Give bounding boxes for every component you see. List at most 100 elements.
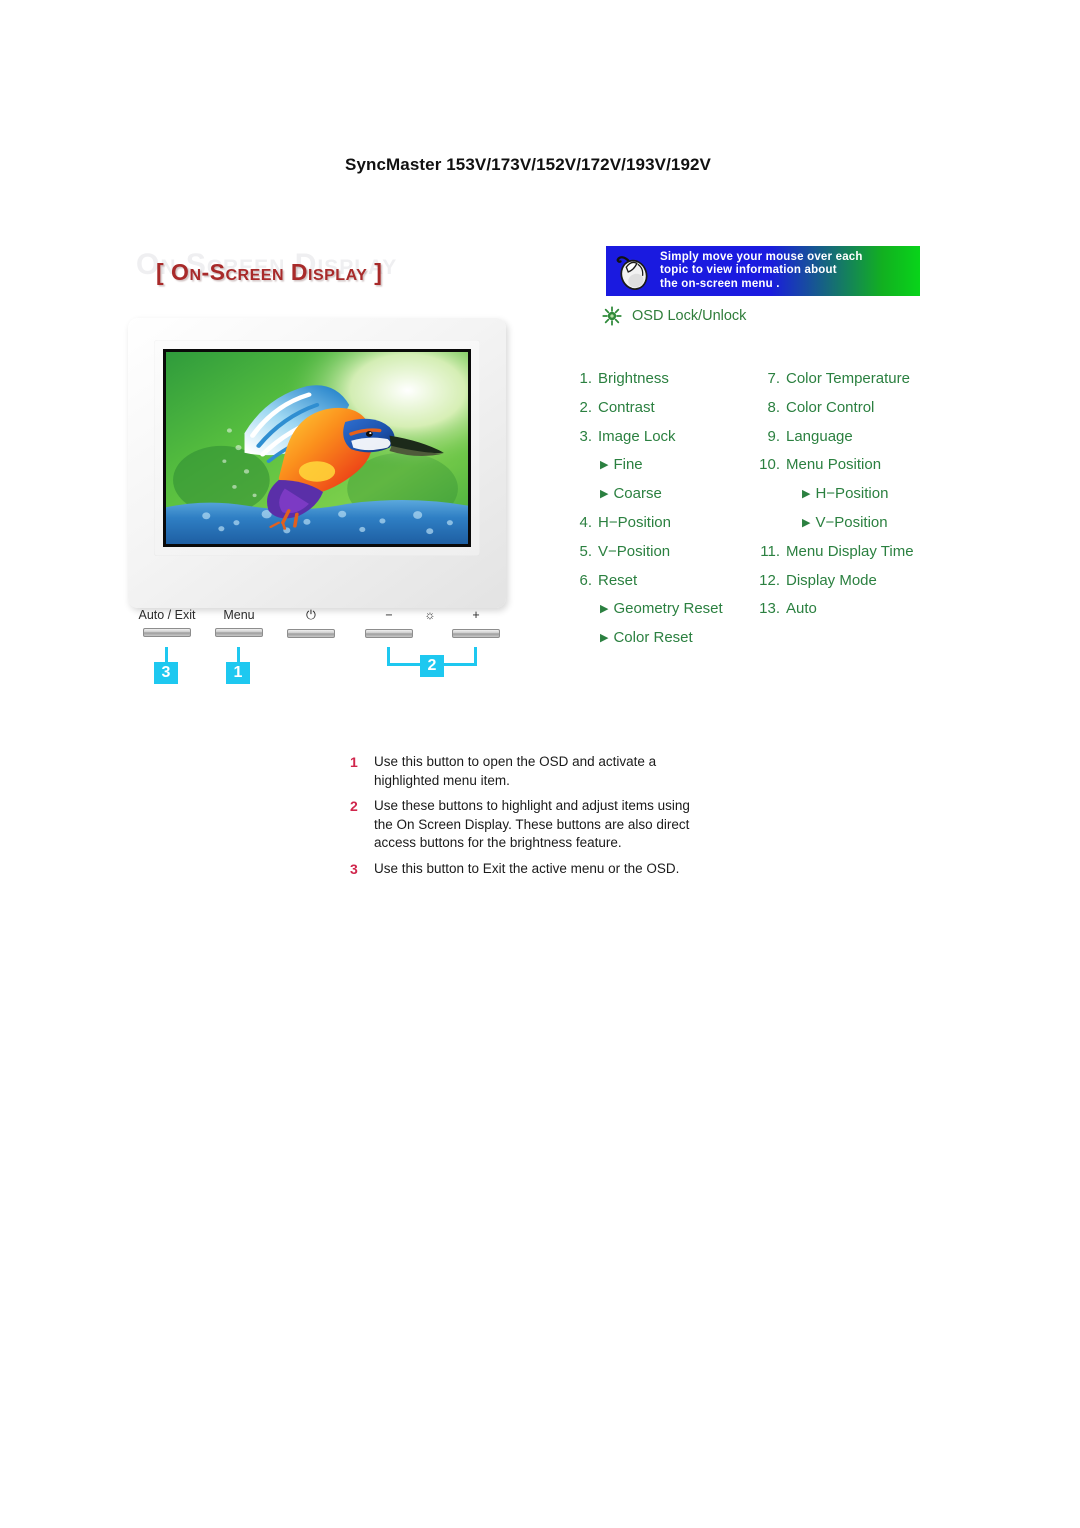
control-auto-exit-label: Auto / Exit [138,608,196,622]
monitor-inner-frame [163,349,471,547]
menu-label: Color Reset [613,629,693,647]
legend-number: 3 [350,860,358,877]
control-minus[interactable]: − [361,608,417,638]
monitor-illustration [128,318,506,608]
control-auto-exit[interactable]: Auto / Exit [128,608,206,637]
menu-label: H−Position [815,485,889,503]
bullet-triangle-icon: ▶ [802,488,811,501]
menu-item-menu-position[interactable]: 10. Menu Position [754,456,914,485]
control-plus-key[interactable] [452,629,500,638]
sunburst-icon [602,306,622,326]
menu-item-menu-v-position[interactable]: ▶ V−Position [754,514,914,543]
menu-label: Brightness [598,370,669,387]
menu-num: 10. [759,456,780,474]
menu-item-auto[interactable]: 13. Auto [754,600,914,629]
kingfisher-bird-photo [166,352,468,544]
callout-badge-1: 1 [226,662,250,684]
menu-item-language[interactable]: 9. Language [754,428,914,457]
menu-num: 3. [579,427,592,445]
menu-column-left: 1. Brightness 2. Contrast 3. Image Lock ▶ Fi… [566,370,723,658]
menu-num: 4. [579,513,592,531]
callout-2-left-stem [387,647,390,663]
control-power-key[interactable] [287,629,335,638]
menu-item-display-mode[interactable]: 12. Display Mode [754,572,914,601]
plus-icon: + [472,608,480,622]
menu-item-v-position[interactable]: 5. V−Position [566,543,723,572]
bullet-triangle-icon: ▶ [600,603,609,616]
brightness-icon: ☼ [424,608,436,622]
monitor-screen [166,352,468,544]
legend-text: Use this button to Exit the active menu … [374,860,680,876]
section-heading: On Screen Display [ On-Screen Display ] [128,248,528,308]
legend-row: 3 Use this button to Exit the active men… [350,860,750,879]
hint-banner: Simply move your mouse over each topic t… [606,246,920,296]
menu-num: 8. [767,398,780,416]
menu-label: V−Position [598,542,671,560]
menu-item-color-temperature[interactable]: 7. Color Temperature [754,370,914,399]
menu-num: 1. [579,370,592,387]
control-menu[interactable]: Menu [211,608,267,637]
menu-item-color-control[interactable]: 8. Color Control [754,399,914,428]
menu-item-fine[interactable]: ▶ Fine [566,456,723,485]
power-icon: ⏻ [306,608,316,622]
menu-label: Fine [613,456,643,474]
menu-item-menu-display-time[interactable]: 11. Menu Display Time [754,542,914,572]
menu-item-h-position[interactable]: 4. H−Position [566,514,723,543]
legend-number: 1 [350,754,358,770]
mouse-icon [616,256,648,290]
minus-icon: − [385,608,393,622]
legend-text: Use this button to open the OSD and acti… [374,754,657,788]
menu-item-brightness[interactable]: 1. Brightness [566,370,723,399]
osd-lock-unlock-item[interactable]: OSD Lock/Unlock [602,306,746,326]
control-power[interactable]: ⏻ [283,608,339,638]
menu-num: 5. [579,542,592,560]
bullet-triangle-icon: ▶ [600,459,609,472]
legend-row: 2 Use these buttons to highlight and adj… [350,797,750,853]
callout-badge-3: 3 [154,662,178,684]
menu-label: Language [786,427,853,445]
menu-item-coarse[interactable]: ▶ Coarse [566,485,723,514]
menu-label: Reset [598,571,638,589]
control-menu-label: Menu [223,608,255,622]
osd-lock-unlock-label: OSD Lock/Unlock [632,308,747,324]
menu-num: 7. [767,370,780,387]
menu-label: Contrast [598,398,655,416]
legend-row: 1 Use this button to open the OSD and ac… [350,753,750,790]
menu-column-right: 7. Color Temperature 8. Color Control 9. La… [754,370,914,629]
bullet-triangle-icon: ▶ [802,516,811,529]
page-title: SyncMaster 153V/173V/152V/172V/193V/192V [345,155,711,174]
legend-text: Use these buttons to highlight and adjus… [374,798,690,850]
brightness-indicator: ☼ [410,608,450,623]
menu-label: H−Position [598,513,671,531]
menu-num: 12. [759,571,780,589]
menu-item-geometry-reset[interactable]: ▶ Geometry Reset [566,600,723,629]
menu-label: Color Temperature [786,370,910,387]
control-menu-key[interactable] [215,628,263,637]
menu-label: V−Position [815,513,888,531]
menu-item-reset[interactable]: 6. Reset [566,572,723,601]
menu-label: Menu Position [786,456,882,474]
menu-label: Geometry Reset [613,600,723,618]
menu-item-contrast[interactable]: 2. Contrast [566,399,723,428]
bullet-triangle-icon: ▶ [600,632,609,645]
control-minus-key[interactable] [365,629,413,638]
menu-label: Image Lock [598,427,676,445]
menu-label: Display Mode [786,571,877,589]
menu-item-color-reset[interactable]: ▶ Color Reset [566,629,723,658]
menu-item-image-lock[interactable]: 3. Image Lock [566,428,723,457]
menu-num: 11. [760,542,780,560]
control-plus[interactable]: + [448,608,504,638]
menu-item-menu-h-position[interactable]: ▶ H−Position [754,485,914,514]
bullet-triangle-icon: ▶ [600,488,609,501]
menu-num: 2. [579,398,592,416]
monitor-control-panel: Auto / Exit Menu ⏻ − ☼ + 3 1 2 [128,608,508,698]
hint-banner-text: Simply move your mouse over each topic t… [660,250,863,290]
menu-label: Menu Display Time [786,542,914,560]
menu-label: Coarse [613,485,662,503]
callout-badge-2: 2 [420,655,444,677]
menu-label: Auto [786,600,817,618]
legend-number: 2 [350,798,358,814]
menu-num: 9. [767,427,780,445]
control-auto-exit-key[interactable] [143,628,191,637]
menu-num: 6. [579,571,592,589]
